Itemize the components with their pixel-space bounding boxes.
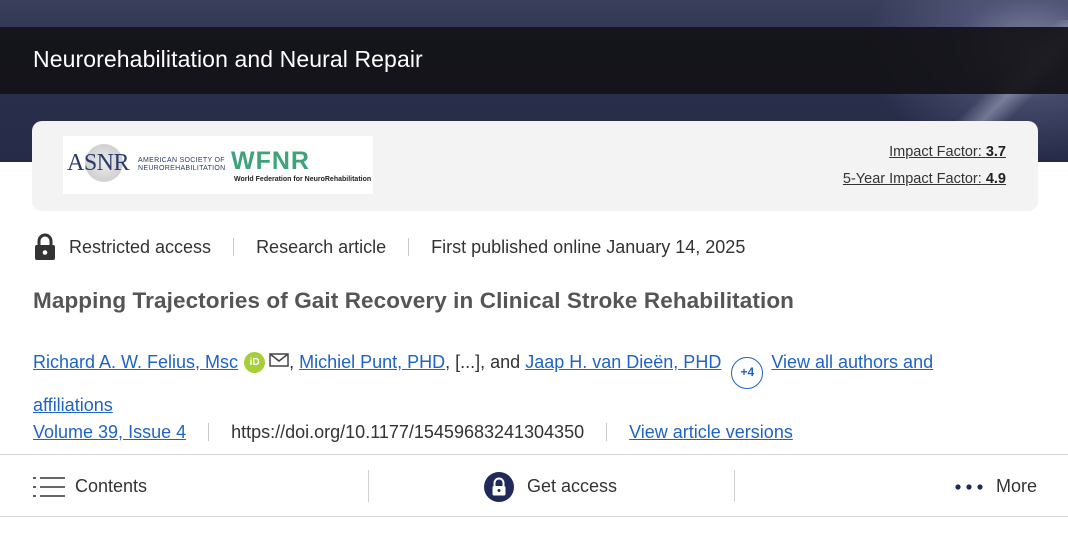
more-dots-icon (955, 483, 983, 490)
asnr-logo-subtitle: AMERICAN SOCIETY OF NEUROREHABILITATION (138, 157, 226, 172)
mail-icon[interactable] (269, 353, 289, 367)
access-status: Restricted access (69, 236, 212, 257)
get-access-label: Get access (527, 476, 618, 496)
wfnr-logo: WFNR (231, 147, 310, 175)
publish-date: First published online January 14, 2025 (431, 236, 746, 257)
author-link-felius[interactable]: Richard A. W. Felius, Msc (33, 352, 238, 372)
volume-divider (208, 423, 210, 441)
access-lock-icon (484, 471, 514, 502)
article-action-bar: Contents Get access More (0, 454, 1068, 517)
volume-issue-link[interactable]: Volume 39, Issue 4 (33, 422, 186, 443)
volume-row: Volume 39, Issue 4 https://doi.org/10.11… (33, 418, 793, 446)
impact-factor-link[interactable]: Impact Factor: 3.7 (889, 144, 1006, 160)
action-divider (734, 470, 735, 502)
orcid-icon[interactable]: iD (244, 352, 266, 373)
meta-divider (233, 238, 235, 256)
wfnr-logo-subtitle: World Federation for NeuroRehabilitation (234, 176, 372, 183)
author-ellipsis: , [...], and (445, 352, 521, 372)
impact-factor-value: 3.7 (985, 144, 1006, 160)
contents-label: Contents (75, 476, 148, 496)
action-divider (368, 470, 369, 502)
journal-info-card: ASNR AMERICAN SOCIETY OF NEUROREHABILITA… (32, 121, 1038, 211)
author-separator: , (289, 352, 295, 372)
more-label: More (995, 476, 1037, 496)
contents-button[interactable]: Contents (33, 455, 147, 518)
get-access-button[interactable]: Get access (484, 455, 617, 518)
impact-factor-label: Impact Factor: (889, 144, 982, 160)
five-year-impact-factor-link[interactable]: 5-Year Impact Factor: 4.9 (843, 171, 1006, 187)
article-meta-row: Restricted access Research article First… (33, 233, 745, 261)
contents-menu-icon (33, 476, 65, 497)
doi-text[interactable]: https://doi.org/10.1177/1545968324130435… (231, 422, 584, 443)
author-list: Richard A. W. Felius, Msc iD , Michiel Pu… (33, 346, 1013, 421)
journal-title-link[interactable]: Neurorehabilitation and Neural Repair (33, 46, 423, 73)
lock-icon (35, 233, 55, 260)
meta-divider (408, 238, 410, 256)
asnr-logo: ASNR (67, 150, 130, 176)
five-year-impact-label: 5-Year Impact Factor: (842, 171, 982, 187)
more-authors-badge[interactable]: +4 (731, 357, 764, 389)
article-title: Mapping Trajectories of Gait Recovery in… (33, 288, 795, 313)
society-logos[interactable]: ASNR AMERICAN SOCIETY OF NEUROREHABILITA… (63, 136, 373, 194)
volume-divider (606, 423, 608, 441)
author-link-van-dieen[interactable]: Jaap H. van Dieën, PHD (525, 352, 721, 372)
article-versions-link[interactable]: View article versions (629, 422, 793, 443)
article-type: Research article (256, 236, 387, 257)
more-button[interactable]: More (954, 455, 1037, 518)
author-link-punt[interactable]: Michiel Punt, PHD (299, 352, 445, 372)
five-year-impact-value: 4.9 (985, 171, 1006, 187)
